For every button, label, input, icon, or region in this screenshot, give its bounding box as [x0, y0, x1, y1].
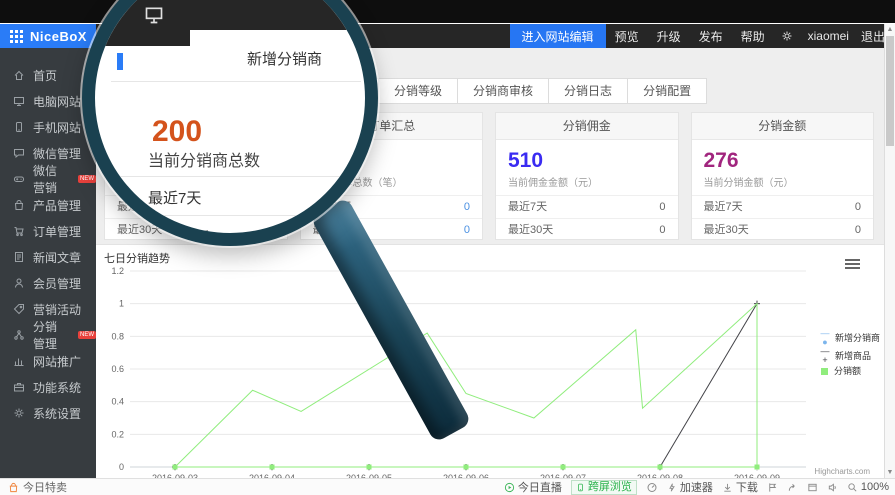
enter-site-editor-button[interactable]: 进入网站编辑 [510, 24, 606, 48]
wechat-icon [13, 147, 25, 159]
tab-distribution-logs[interactable]: 分销日志 [548, 78, 628, 104]
sidebar-item-articles[interactable]: 新闻文章 [0, 244, 96, 270]
sidebar-item-members[interactable]: 会员管理 [0, 270, 96, 296]
sidebar-item-settings[interactable]: 系统设置 [0, 400, 96, 426]
speedometer-icon[interactable] [646, 481, 658, 493]
magnified-card-title: 新增分销商 [247, 48, 322, 69]
card-row: 最近7天0 [692, 196, 874, 218]
card-commission: 分销佣金 510 当前佣金金额（元） 最近7天0 最近30天0 [495, 112, 679, 240]
svg-text:0.8: 0.8 [111, 331, 124, 341]
sidebar-item-functions[interactable]: 功能系统 [0, 374, 96, 400]
speaker-icon[interactable] [827, 482, 838, 493]
topbar-menu: 进入网站编辑 预览 升级 发布 帮助 xiaomei 退出 [510, 24, 895, 48]
trend-chart-panel: 七日分销趋势 00.20.40.60.811.22016-09-032016-0… [96, 244, 884, 479]
today-sale[interactable]: 今日特卖 [0, 479, 67, 495]
status-right-tools: 今日直播 跨屏浏览 加速器 下载 [504, 479, 895, 495]
legend-item[interactable]: —+新增商品 [818, 347, 880, 365]
svg-text:0: 0 [119, 462, 124, 472]
svg-text:0.4: 0.4 [111, 397, 124, 407]
trend-chart: 00.20.40.60.811.22016-09-032016-09-04201… [96, 251, 884, 479]
scroll-down-arrow[interactable]: ▼ [885, 469, 895, 476]
svg-text:1: 1 [119, 299, 124, 309]
network-icon [13, 329, 25, 341]
cart-icon [13, 225, 25, 237]
tab-distribution-config[interactable]: 分销配置 [627, 78, 707, 104]
download[interactable]: 下载 [722, 479, 758, 495]
card-value: 510 [496, 140, 678, 172]
username[interactable]: xiaomei [800, 29, 857, 43]
tag-icon [13, 303, 25, 315]
flag-icon[interactable] [767, 482, 778, 493]
sidebar-item-distribution[interactable]: 分销管理NEW [0, 322, 96, 348]
card-row: 最近7天0 [496, 196, 678, 218]
toolbox-icon [13, 381, 25, 393]
tab-distributor-review[interactable]: 分销商审核 [457, 78, 549, 104]
zoom-level[interactable]: 100% [847, 481, 889, 493]
barchart-icon [13, 355, 25, 367]
gear-icon [13, 407, 25, 419]
share-icon[interactable] [787, 482, 798, 493]
scrollbar-thumb[interactable] [886, 36, 894, 146]
chart-legend: —●新增分销商—+新增商品分销额 [818, 329, 880, 378]
sidebar-item-mobile-site[interactable]: 手机网站 [0, 114, 96, 140]
chart-context-menu-icon[interactable] [845, 259, 860, 271]
magnified-card-label: 当前分销商总数 [148, 147, 260, 171]
vertical-scrollbar[interactable]: ▲ ▼ [884, 24, 895, 478]
card-title: 分销金额 [692, 113, 874, 140]
logo-text: NiceBoX [30, 29, 87, 44]
card-row: 最近30天0 [496, 218, 678, 241]
svg-text:0.2: 0.2 [111, 429, 124, 439]
menu-preview[interactable]: 预览 [606, 28, 648, 45]
menu-upgrade[interactable]: 升级 [648, 28, 690, 45]
settings-gear-icon[interactable] [774, 30, 800, 42]
sidebar-item-products[interactable]: 产品管理 [0, 192, 96, 218]
card-label: 当前佣金金额（元） [496, 172, 678, 196]
sidebar-item-orders[interactable]: 订单管理 [0, 218, 96, 244]
card-label: 当前分销金额（元） [692, 172, 874, 196]
card-value: 276 [692, 140, 874, 172]
magnified-desktop-icon [143, 5, 165, 25]
bag-icon [13, 199, 25, 211]
today-live[interactable]: 今日直播 [504, 479, 562, 495]
status-bar: 今日特卖 今日直播 跨屏浏览 加速器 下载 [0, 478, 895, 495]
mobile-icon [13, 121, 25, 133]
legend-item[interactable]: —●新增分销商 [818, 329, 880, 347]
new-badge: NEW [78, 175, 96, 183]
grid-icon [10, 30, 23, 43]
booster[interactable]: 加速器 [667, 479, 713, 495]
sidebar-item-promotion[interactable]: 网站推广 [0, 348, 96, 374]
magnified-topbar [95, 0, 365, 30]
magnified-blue-indicator [117, 53, 123, 70]
sidebar-item-wechat-marketing[interactable]: 微信营销NEW [0, 166, 96, 192]
home-icon [13, 69, 25, 81]
app-window: NiceBoX 进入网站编辑 预览 升级 发布 帮助 xiaomei 退出 首页… [0, 0, 895, 495]
member-icon [13, 277, 25, 289]
legend-item[interactable]: 分销额 [818, 365, 880, 378]
card-title: 分销佣金 [496, 113, 678, 140]
new-badge: NEW [78, 331, 96, 339]
cross-screen-browse[interactable]: 跨屏浏览 [571, 480, 637, 495]
scroll-up-arrow[interactable]: ▲ [885, 26, 895, 33]
magnified-card-value: 200 [152, 115, 202, 149]
menu-publish[interactable]: 发布 [690, 28, 732, 45]
desktop-icon [13, 95, 25, 107]
app-logo[interactable]: NiceBoX [0, 24, 96, 48]
svg-text:1.2: 1.2 [111, 266, 124, 276]
gift-bag-icon [8, 482, 19, 493]
svg-text:0.6: 0.6 [111, 364, 124, 374]
row-value-link[interactable]: 0 [464, 219, 470, 241]
article-icon [13, 251, 25, 263]
magnified-topbar-edge [95, 30, 190, 46]
menu-help[interactable]: 帮助 [732, 28, 774, 45]
magnified-row-label: 最近7天 [148, 187, 201, 208]
card-distribution-amount: 分销金额 276 当前分销金额（元） 最近7天0 最近30天0 [691, 112, 875, 240]
card-row: 最近30天0 [692, 218, 874, 241]
chart-credit[interactable]: Highcharts.com [814, 467, 870, 476]
sidebar: 首页 电脑网站 手机网站 微信管理 微信营销NEW 产品管理 订单管理 新闻文章… [0, 48, 96, 478]
row-value-link[interactable]: 0 [464, 196, 470, 218]
gamepad-icon [13, 173, 25, 185]
tab-distribution-levels[interactable]: 分销等级 [378, 78, 458, 104]
window-icon[interactable] [807, 482, 818, 493]
